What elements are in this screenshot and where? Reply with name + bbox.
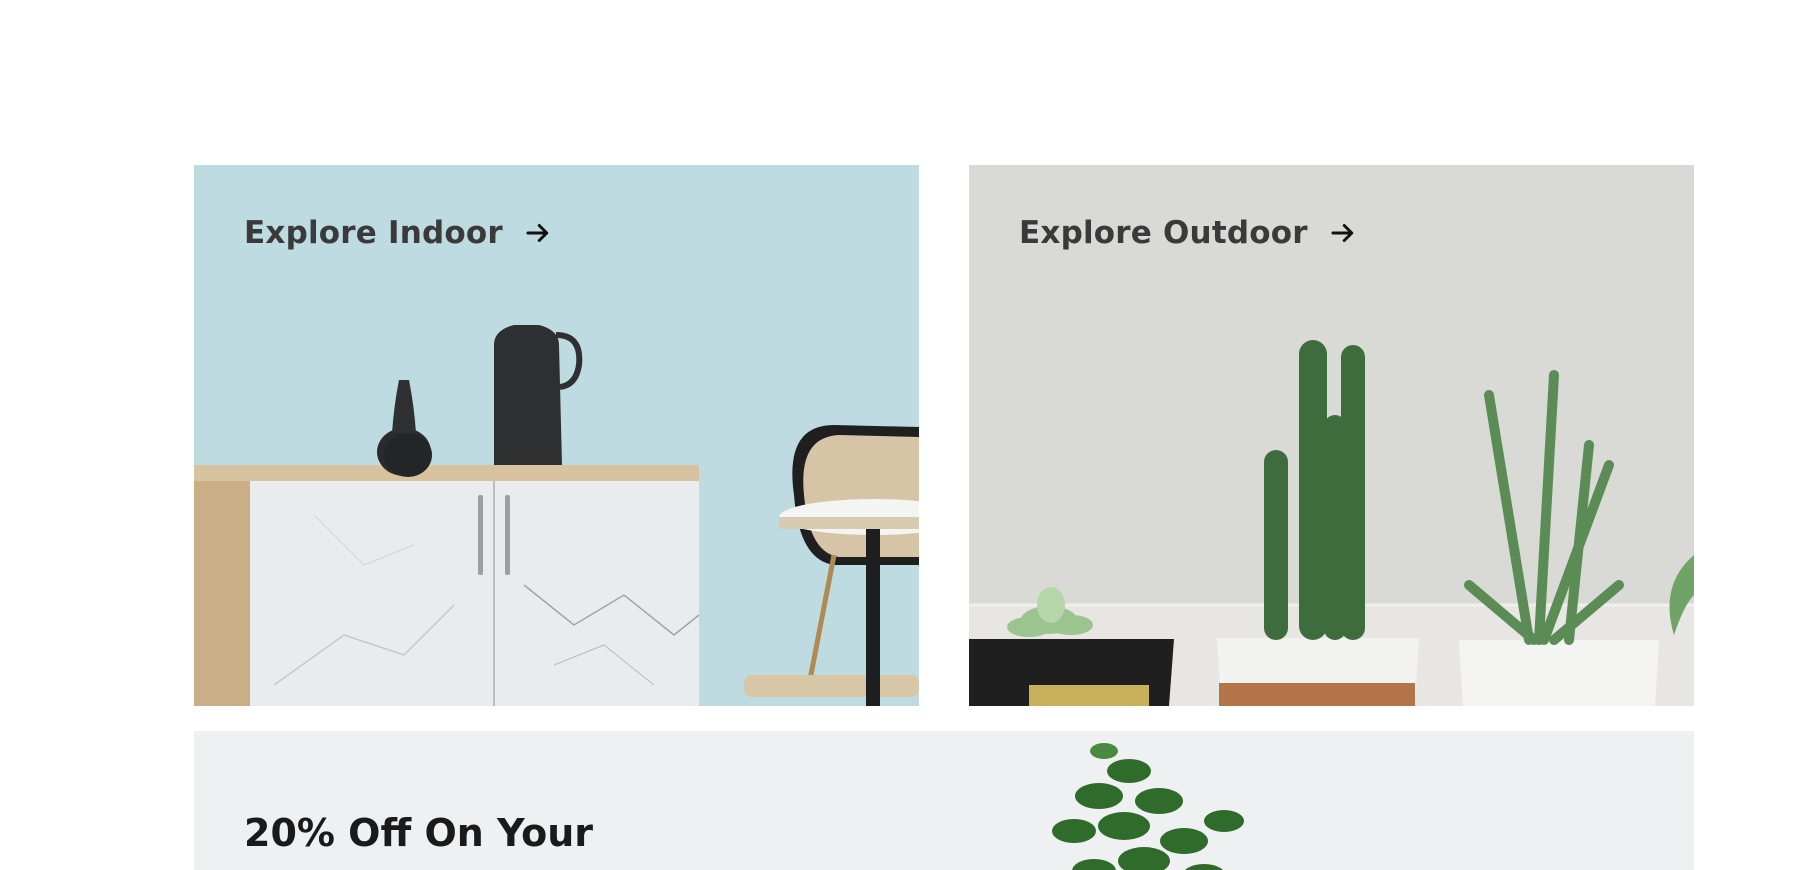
explore-outdoor-link[interactable]: Explore Outdoor (1019, 215, 1358, 251)
page: Explore Indoor Explore Outdoor 20% Off O… (0, 0, 1804, 870)
promo-heading: 20% Off On Your (244, 811, 594, 855)
explore-indoor-label: Explore Indoor (244, 215, 503, 251)
arrow-right-icon (1331, 224, 1353, 242)
promo-banner: 20% Off On Your (194, 731, 1694, 870)
explore-indoor-link[interactable]: Explore Indoor (244, 215, 553, 251)
explore-indoor-card[interactable]: Explore Indoor (194, 165, 919, 706)
arrow-right-icon (526, 224, 549, 242)
explore-outdoor-card[interactable]: Explore Outdoor (969, 165, 1694, 706)
explore-outdoor-label: Explore Outdoor (1019, 215, 1308, 251)
